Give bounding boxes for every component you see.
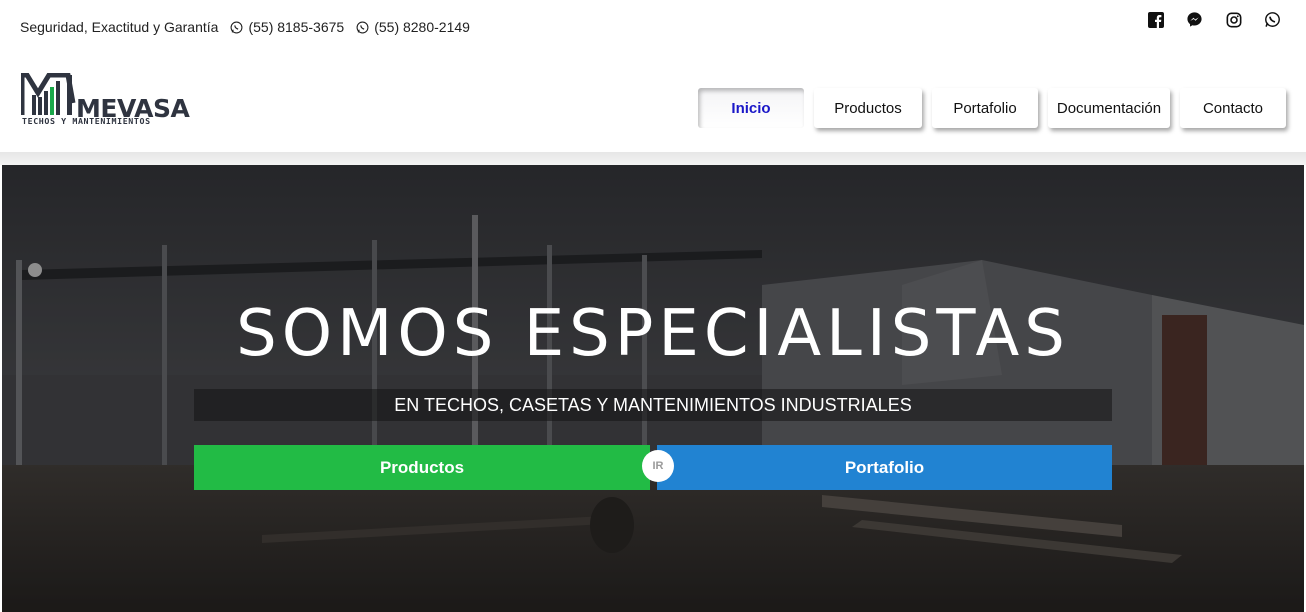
nav-item-contacto[interactable]: Contacto (1180, 88, 1286, 128)
phone-2-text: (55) 8280-2149 (374, 19, 470, 35)
main-nav: Inicio Productos Portafolio Documentació… (698, 88, 1296, 128)
messenger-link[interactable] (1175, 10, 1214, 29)
instagram-link[interactable] (1214, 10, 1253, 29)
top-bar: Seguridad, Exactitud y Garantía (55) 818… (0, 0, 1306, 56)
ir-badge: IR (642, 450, 674, 482)
whatsapp-icon (230, 21, 243, 33)
instagram-icon (1226, 12, 1241, 27)
site-header: MEVASA TECHOS Y MANTENIMIENTOS Inicio Pr… (0, 56, 1306, 152)
header-divider (0, 152, 1306, 165)
tagline-text: Seguridad, Exactitud y Garantía (20, 19, 219, 35)
nav-item-productos[interactable]: Productos (814, 88, 922, 128)
phone-1-text: (55) 8185-3675 (248, 19, 345, 35)
facebook-icon (1147, 11, 1164, 28)
nav-item-inicio[interactable]: Inicio (698, 88, 804, 128)
logo-mark-icon (21, 73, 76, 115)
productos-button[interactable]: Productos (194, 445, 650, 490)
nav-item-portafolio[interactable]: Portafolio (932, 88, 1038, 128)
mevasa-logo[interactable]: MEVASA TECHOS Y MANTENIMIENTOS (21, 73, 190, 131)
hero-subtitle-bar: EN TECHOS, CASETAS Y MANTENIMIENTOS INDU… (194, 389, 1112, 421)
whatsapp-icon (356, 21, 369, 33)
facebook-link[interactable] (1136, 10, 1175, 29)
nav-item-documentacion[interactable]: Documentación (1048, 88, 1170, 128)
phone-link-2[interactable]: (55) 8280-2149 (356, 19, 470, 35)
hero-banner: SOMOS ESPECIALISTAS EN TECHOS, CASETAS Y… (2, 165, 1304, 612)
phone-link-1[interactable]: (55) 8185-3675 (230, 19, 344, 35)
social-links (1136, 10, 1292, 29)
whatsapp-icon (1265, 12, 1280, 27)
messenger-icon (1187, 12, 1202, 27)
portafolio-button[interactable]: Portafolio (657, 445, 1112, 490)
whatsapp-link[interactable] (1253, 10, 1292, 29)
logo-subtitle: TECHOS Y MANTENIMIENTOS (22, 116, 151, 126)
hero-subtitle: EN TECHOS, CASETAS Y MANTENIMIENTOS INDU… (394, 394, 912, 415)
hero-title: SOMOS ESPECIALISTAS (236, 297, 1070, 371)
contact-strip: Seguridad, Exactitud y Garantía (55) 818… (20, 19, 470, 35)
